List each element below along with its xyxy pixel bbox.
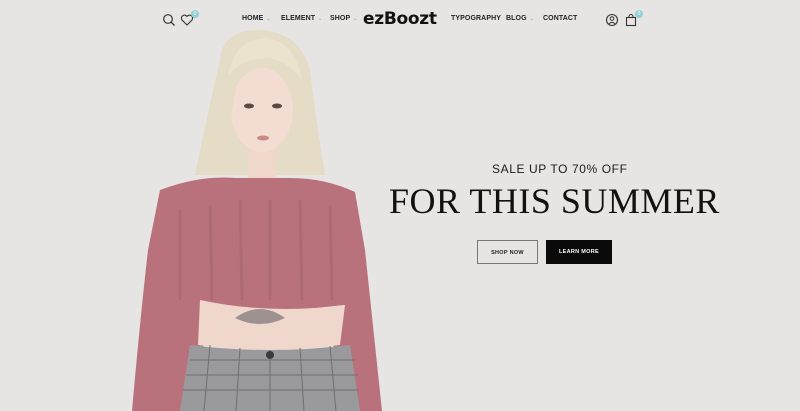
nav-label: CONTACT [543,15,578,22]
wishlist-count-badge: 0 [191,10,199,18]
learn-more-button[interactable]: LEARN MORE [546,240,612,264]
chevron-down-icon: ⌄ [353,16,358,22]
bag-icon[interactable]: 0 [624,10,643,27]
cart-count-badge: 0 [635,10,643,18]
hero-title: FOR THIS SUMMER [389,181,720,221]
nav-item-contact[interactable]: CONTACT [543,15,577,22]
nav-item-blog[interactable]: BLOG ⌄ [506,15,534,22]
nav-label: ELEMENT [281,15,316,22]
hero-model-image [120,0,400,411]
nav-label: BLOG [506,15,527,22]
nav-label: TYPOGRAPHY [451,15,502,22]
nav-item-element[interactable]: ELEMENT ⌄ [281,15,322,22]
nav-label: SHOP [330,15,351,22]
search-icon[interactable] [162,13,176,27]
chevron-down-icon: ⌄ [529,16,534,22]
nav-item-home[interactable]: HOME ⌄ [242,15,271,22]
model-illustration [132,30,382,411]
chevron-down-icon: ⌄ [318,16,323,22]
heart-icon[interactable]: 0 [180,10,199,27]
nav-item-shop[interactable]: SHOP ⌄ [330,15,358,22]
site-header: 0 HOME ⌄ ELEMENT ⌄ SHOP ⌄ ezBoozt TYPOGRAPH… [0,0,800,42]
hero-page: 0 HOME ⌄ ELEMENT ⌄ SHOP ⌄ ezBoozt TYPOGRAPH… [0,0,800,411]
user-icon[interactable] [605,13,619,27]
nav-item-typography[interactable]: TYPOGRAPHY [451,15,501,22]
chevron-down-icon: ⌄ [266,16,271,22]
hero-subtitle: SALE UP TO 70% OFF [492,162,628,176]
nav-label: HOME [242,15,264,22]
site-logo[interactable]: ezBoozt [363,9,437,29]
shop-now-button[interactable]: SHOP NOW [477,240,538,264]
